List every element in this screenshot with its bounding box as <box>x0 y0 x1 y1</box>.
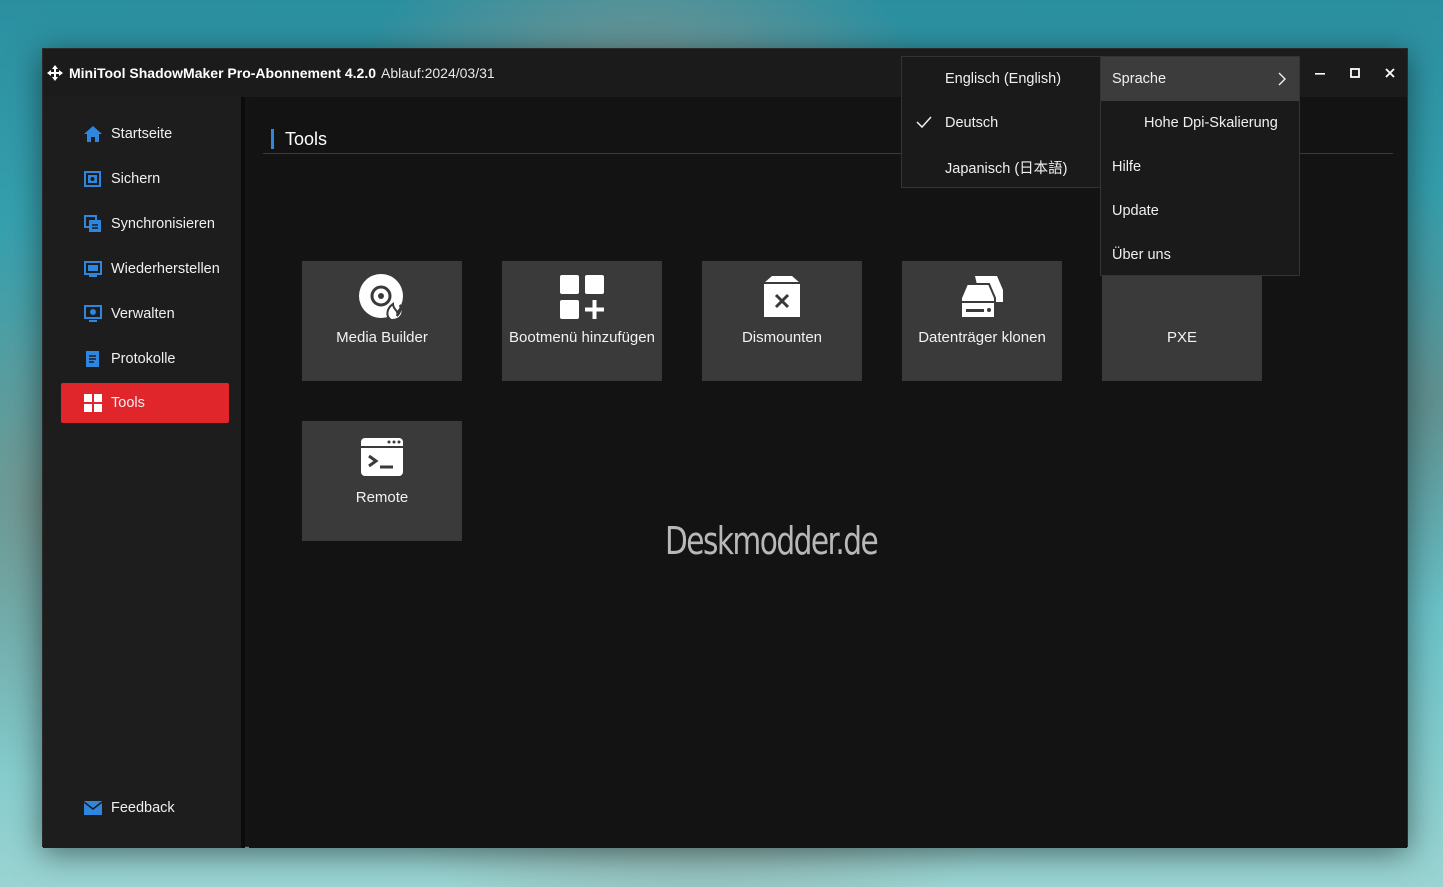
sidebar-item-label: Verwalten <box>111 306 175 322</box>
language-option-label: Englisch (English) <box>945 71 1062 87</box>
settings-dropdown-menu: Sprache Hohe Dpi-Skalierung Hilfe Update… <box>1100 56 1300 276</box>
menu-item-label: Sprache <box>1112 71 1167 87</box>
checkmark-icon <box>916 114 932 130</box>
menu-item-label: Hohe Dpi-Skalierung <box>1144 115 1278 131</box>
terminal-icon <box>356 431 408 483</box>
language-option-english[interactable]: Englisch (English) <box>902 57 1100 101</box>
feedback-label: Feedback <box>111 800 175 816</box>
restore-icon <box>83 259 103 279</box>
manage-icon <box>83 304 103 324</box>
close-button[interactable] <box>1372 49 1407 97</box>
tile-label: PXE <box>1166 329 1197 346</box>
tile-bootmenu-add[interactable]: Bootmenü hinzufügen <box>502 261 662 381</box>
menu-item-hilfe[interactable]: Hilfe <box>1101 145 1299 189</box>
sidebar-item-label: Sichern <box>111 171 161 187</box>
menu-item-update[interactable]: Update <box>1101 189 1299 233</box>
tile-disk-clone[interactable]: Datenträger klonen <box>902 261 1062 381</box>
menu-item-high-dpi[interactable]: Hohe Dpi-Skalierung <box>1101 101 1299 145</box>
window-controls <box>1302 49 1407 97</box>
tile-label: Bootmenü hinzufügen <box>509 329 655 346</box>
disk-clone-icon <box>956 271 1008 323</box>
menu-item-about[interactable]: Über uns <box>1101 233 1299 277</box>
tile-remote[interactable]: Remote <box>302 421 462 541</box>
sidebar-item-sichern[interactable]: Sichern <box>61 159 229 199</box>
sidebar-item-label: Synchronisieren <box>111 216 215 232</box>
tile-label: Media Builder <box>336 329 428 346</box>
sidebar-item-label: Wiederherstellen <box>111 261 220 277</box>
tile-label: Dismounten <box>741 329 823 346</box>
language-submenu: Englisch (English) Deutsch Japanisch (日本… <box>901 56 1101 188</box>
unmount-icon <box>756 271 808 323</box>
menu-item-label: Update <box>1112 203 1159 219</box>
tile-label: Remote <box>355 489 409 506</box>
language-option-label: Deutsch <box>945 115 999 131</box>
tile-dismount[interactable]: Dismounten <box>702 261 862 381</box>
app-title: MiniTool ShadowMaker Pro-Abonnement 4.2.… <box>69 65 376 81</box>
logs-icon <box>83 349 103 369</box>
tile-media-builder[interactable]: Media Builder <box>302 261 462 381</box>
menu-item-label: Über uns <box>1112 247 1171 263</box>
minimize-button[interactable] <box>1302 49 1337 97</box>
home-icon <box>83 124 103 144</box>
sidebar-item-label: Protokolle <box>111 351 176 367</box>
language-option-japanese[interactable]: Japanisch (日本語) <box>902 145 1100 189</box>
maximize-button[interactable] <box>1337 49 1372 97</box>
app-logo-icon <box>45 63 65 83</box>
sync-icon <box>83 214 103 234</box>
grid-add-icon <box>556 271 608 323</box>
disc-flame-icon <box>356 271 408 323</box>
tools-icon <box>83 393 103 413</box>
tile-pxe[interactable]: PXE <box>1102 261 1262 381</box>
watermark: Deskmodder.de <box>665 519 879 563</box>
license-expiry: Ablauf:2024/03/31 <box>381 65 495 81</box>
sidebar-item-feedback[interactable]: Feedback <box>61 788 229 828</box>
sidebar-item-startseite[interactable]: Startseite <box>61 114 229 154</box>
sidebar-item-verwalten[interactable]: Verwalten <box>61 294 229 334</box>
sidebar-item-synchronisieren[interactable]: Synchronisieren <box>61 204 229 244</box>
page-title: Tools <box>271 129 327 149</box>
sidebar-item-tools[interactable]: Tools <box>61 383 229 423</box>
language-option-deutsch[interactable]: Deutsch <box>902 101 1100 145</box>
backup-icon <box>83 169 103 189</box>
mail-icon <box>83 798 103 818</box>
tile-label: Datenträger klonen <box>918 329 1046 346</box>
menu-item-label: Hilfe <box>1112 159 1142 175</box>
sidebar-item-protokolle[interactable]: Protokolle <box>61 339 229 379</box>
sidebar: Startseite Sichern Synchronisieren Wiede… <box>43 97 245 848</box>
chevron-right-icon <box>1277 71 1287 87</box>
sidebar-item-label: Tools <box>111 395 145 411</box>
pxe-icon <box>1156 271 1208 323</box>
sidebar-item-wiederherstellen[interactable]: Wiederherstellen <box>61 249 229 289</box>
language-option-label: Japanisch (日本語) <box>945 160 1068 177</box>
sidebar-item-label: Startseite <box>111 126 173 142</box>
menu-item-sprache[interactable]: Sprache <box>1101 57 1299 101</box>
